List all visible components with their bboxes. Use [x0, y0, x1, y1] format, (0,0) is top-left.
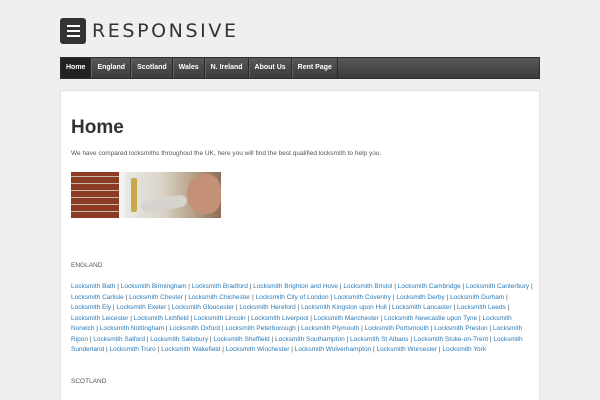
locksmith-link[interactable]: Locksmith Bath [71, 283, 115, 290]
locksmith-link[interactable]: Locksmith Wakefield [161, 346, 220, 353]
locksmith-link[interactable]: Locksmith Birmingham [121, 283, 187, 290]
locksmith-link[interactable]: Locksmith Carlisle [71, 294, 124, 301]
locksmith-link[interactable]: Locksmith Exeter [116, 304, 166, 311]
nav-item-scotland[interactable]: Scotland [131, 58, 173, 78]
locksmith-link[interactable]: Locksmith Portsmouth [365, 325, 429, 332]
locksmith-link[interactable]: Locksmith Lincoln [194, 315, 246, 322]
locksmith-link[interactable]: Locksmith York [442, 346, 486, 353]
nav-item-home[interactable]: Home [61, 58, 92, 78]
locksmith-link[interactable]: Locksmith Truro [110, 346, 156, 353]
locksmith-link[interactable]: Locksmith Salisbury [150, 336, 208, 343]
locksmith-link[interactable]: Locksmith Chester [129, 294, 183, 301]
nav-item-england[interactable]: England [91, 58, 132, 78]
site-logo[interactable]: RESPONSIVE [60, 18, 239, 44]
link-separator: | [505, 304, 510, 311]
main-content: Home We have compared locksmiths through… [60, 90, 540, 400]
locksmith-link[interactable]: Locksmith Kingston upon Hull [301, 304, 387, 311]
locksmith-link[interactable]: Locksmith Nottingham [100, 325, 164, 332]
locksmith-link[interactable]: Locksmith Oxford [169, 325, 220, 332]
link-separator: | [529, 283, 533, 290]
locksmith-link[interactable]: Locksmith Peterborough [225, 325, 295, 332]
link-separator: | [504, 293, 508, 301]
locksmith-link[interactable]: Locksmith Leicester [71, 315, 128, 322]
locksmith-link[interactable]: Locksmith Winchester [226, 346, 290, 353]
locksmith-link[interactable]: Locksmith Lancaster [392, 304, 452, 311]
locksmith-link[interactable]: Locksmith Newcastle upon Tyne [384, 315, 477, 322]
nav-item-about-us[interactable]: About Us [248, 58, 292, 78]
main-nav: Home England Scotland Wales N. Ireland A… [60, 57, 540, 79]
locksmith-link[interactable]: Locksmith Canterbury [466, 283, 529, 290]
nav-item-wales[interactable]: Wales [172, 58, 205, 78]
locksmith-photo [71, 172, 221, 218]
locksmith-link[interactable]: Locksmith Wolverhampton [295, 346, 371, 353]
locksmith-link[interactable]: Locksmith Leeds [457, 304, 506, 311]
locksmith-link[interactable]: Locksmith Worcester [376, 346, 437, 353]
locksmith-link[interactable]: Locksmith Southampton [275, 336, 345, 343]
nav-item-n-ireland[interactable]: N. Ireland [204, 58, 249, 78]
locksmith-link[interactable]: Locksmith St Albans [350, 336, 409, 343]
page-title: Home [71, 117, 124, 138]
locksmith-link[interactable]: Locksmith Cambridge [398, 283, 461, 290]
locksmith-link[interactable]: Locksmith Bristol [343, 283, 392, 290]
locksmith-link[interactable]: Locksmith Salford [93, 336, 145, 343]
locksmith-link[interactable]: Locksmith City of London [256, 294, 329, 301]
intro-text: We have compared locksmiths throughout t… [71, 150, 382, 157]
locksmith-link[interactable]: Locksmith Lichfield [134, 315, 189, 322]
locksmith-link[interactable]: Locksmith Durham [450, 294, 504, 301]
locksmith-link[interactable]: Locksmith Plymouth [301, 325, 359, 332]
locksmith-link[interactable]: Locksmith Brighton and Hove [253, 283, 338, 290]
locksmith-link[interactable]: Locksmith Stoke-on-Trent [414, 336, 488, 343]
locksmith-link[interactable]: Locksmith Bradford [192, 283, 248, 290]
locksmith-link[interactable]: Locksmith Coventry [334, 294, 391, 301]
locksmith-link[interactable]: Locksmith Sheffield [213, 336, 269, 343]
menu-icon [60, 18, 86, 44]
locksmith-link[interactable]: Locksmith Gloucester [172, 304, 235, 311]
locksmith-link[interactable]: Locksmith Hereford [239, 304, 295, 311]
locksmith-link[interactable]: Locksmith Liverpool [251, 315, 308, 322]
locksmith-link[interactable]: Locksmith Preston [434, 325, 487, 332]
locksmith-link[interactable]: Locksmith Manchester [314, 315, 379, 322]
england-link-list: Locksmith Bath | Locksmith Birmingham | … [71, 282, 533, 356]
section-heading-scotland: SCOTLAND [71, 378, 107, 385]
site-title: RESPONSIVE [92, 20, 239, 42]
locksmith-link[interactable]: Locksmith Derby [396, 294, 444, 301]
locksmith-link[interactable]: Locksmith Chichester [188, 294, 250, 301]
nav-item-rent-page[interactable]: Rent Page [291, 58, 338, 78]
section-heading-england: ENGLAND [71, 262, 103, 269]
locksmith-link[interactable]: Locksmith Ely [71, 304, 111, 311]
